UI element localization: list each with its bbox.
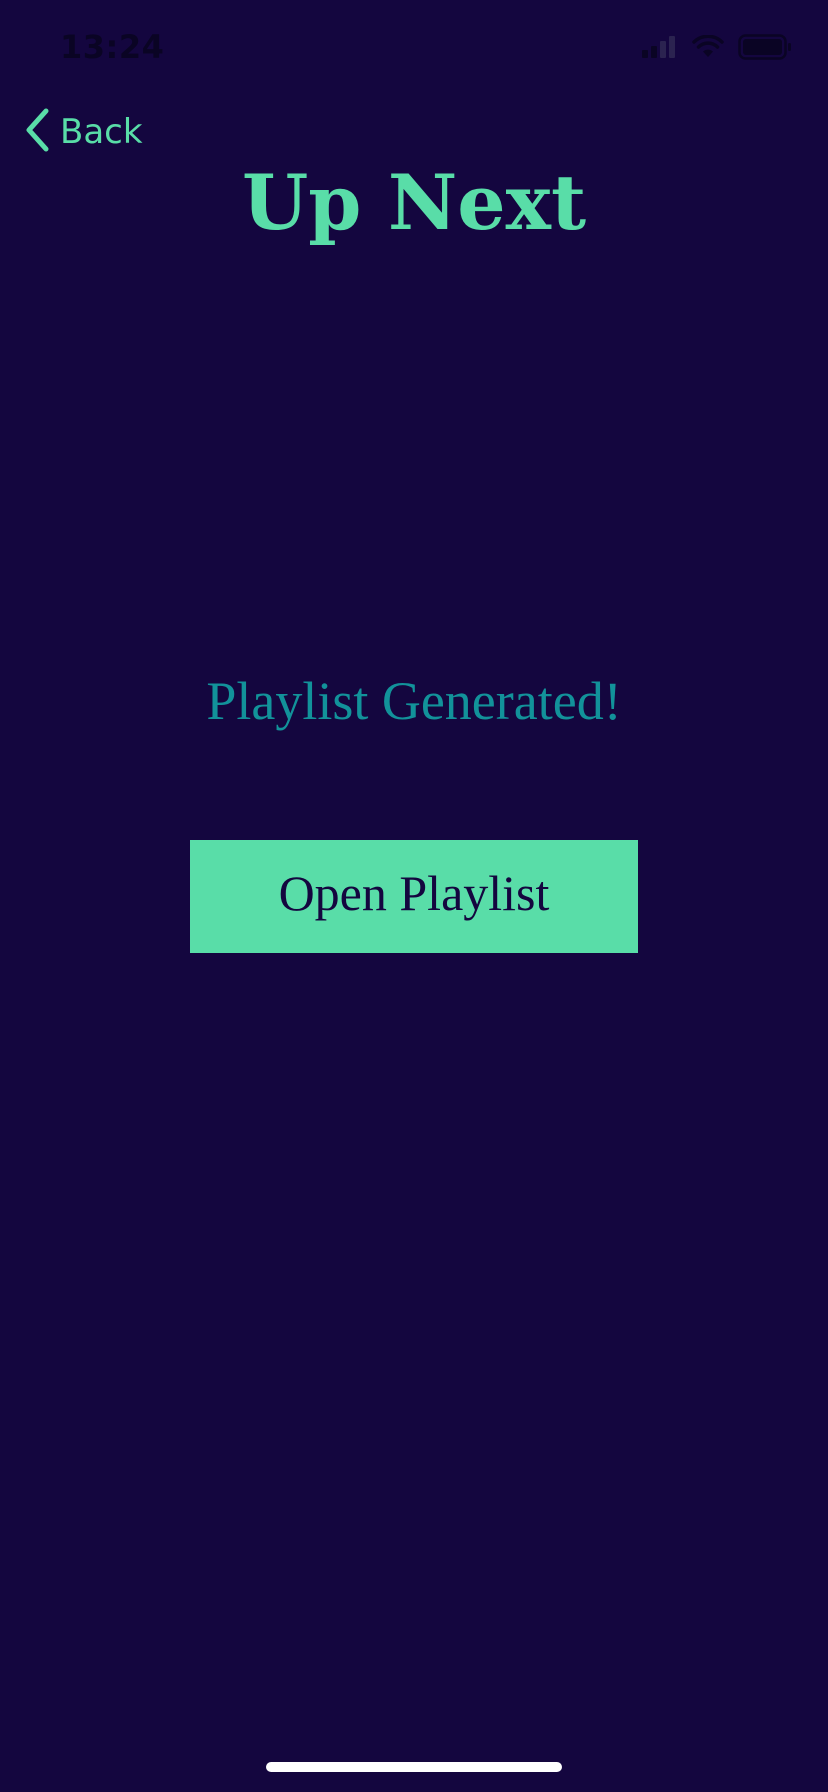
status-bar: 13:24	[0, 0, 828, 100]
chevron-left-icon	[24, 108, 52, 156]
back-label: Back	[60, 112, 143, 152]
playlist-generated-message: Playlist Generated!	[206, 671, 622, 731]
signal-icon	[642, 36, 678, 62]
status-time: 13:24	[60, 28, 165, 66]
open-playlist-button[interactable]: Open Playlist	[190, 840, 638, 953]
wifi-icon	[692, 34, 724, 63]
battery-icon	[738, 34, 792, 64]
page-title: Up Next	[241, 158, 587, 247]
home-indicator[interactable]	[266, 1762, 562, 1772]
status-icons	[642, 34, 792, 64]
back-button[interactable]: Back	[24, 108, 143, 156]
